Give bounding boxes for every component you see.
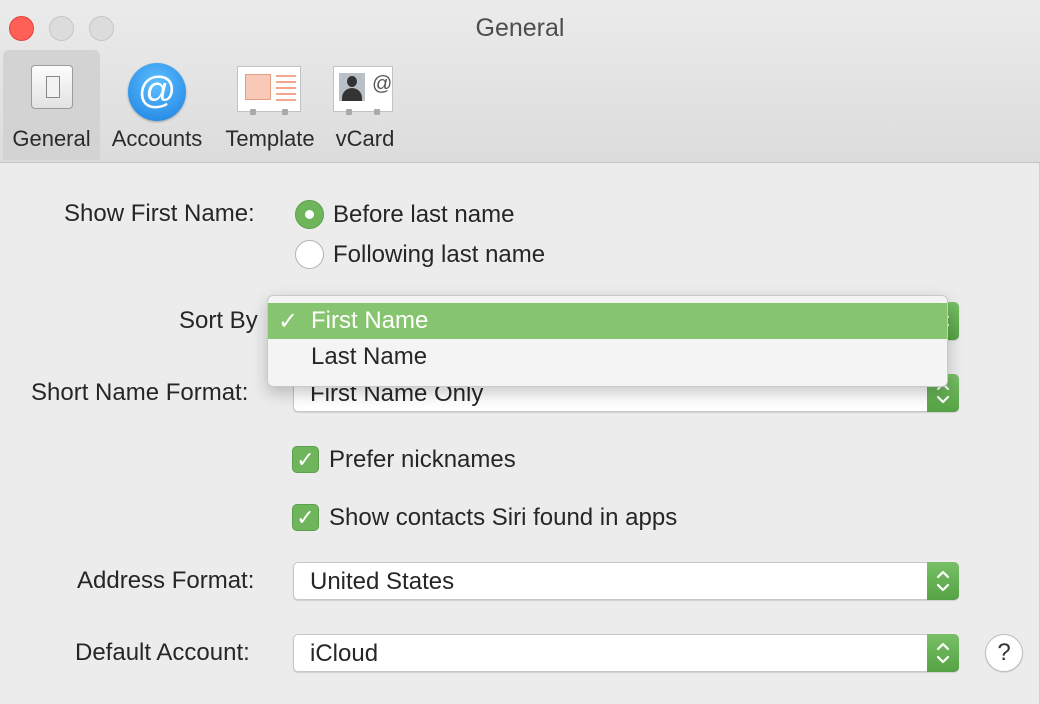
address-format-value: United States (310, 568, 455, 595)
address-format-stepper[interactable] (927, 562, 959, 600)
menu-item-last-name[interactable]: Last Name (268, 339, 947, 375)
sort-by-menu: ✓ First Name Last Name (267, 295, 948, 387)
checkmark-icon: ✓ (278, 308, 299, 335)
show-first-name-label: Show First Name: (64, 200, 255, 227)
default-account-stepper[interactable] (927, 634, 959, 672)
chevron-updown-icon (936, 570, 950, 592)
toolbar-general[interactable]: General (3, 50, 100, 160)
chevron-updown-icon (936, 642, 950, 664)
template-icon (237, 66, 301, 115)
radio-before-last-name-label[interactable]: Before last name (333, 201, 514, 229)
preferences-window: General General @ Accounts Template @ vC… (0, 0, 1040, 704)
address-format-label: Address Format: (77, 567, 255, 594)
menu-item-first-name-label: First Name (311, 307, 429, 334)
at-sign-icon: @ (128, 63, 186, 121)
toolbar-accounts[interactable]: @ Accounts (105, 50, 209, 160)
toolbar-accounts-label: Accounts (111, 126, 203, 151)
vcard-icon: @ (333, 66, 393, 115)
default-account-value: iCloud (310, 640, 379, 667)
toolbar-vcard-label: vCard (335, 126, 395, 151)
window-title: General (475, 14, 565, 42)
show-siri-contacts-checkbox[interactable]: ✓ (292, 504, 319, 531)
default-account-label: Default Account: (75, 639, 250, 666)
toolbar-template[interactable]: Template (219, 50, 321, 160)
radio-following-last-name[interactable] (295, 240, 324, 269)
sort-by-label: Sort By (179, 307, 258, 334)
menu-item-first-name[interactable]: ✓ First Name (268, 303, 947, 339)
short-name-format-label: Short Name Format: (31, 379, 249, 406)
radio-before-last-name[interactable] (295, 200, 324, 229)
prefer-nicknames-checkbox[interactable]: ✓ (292, 446, 319, 473)
contact-silhouette-icon (339, 73, 365, 101)
prefer-nicknames-label[interactable]: Prefer nicknames (329, 446, 516, 474)
help-button[interactable]: ? (985, 634, 1023, 672)
general-icon (31, 65, 73, 109)
default-account-popup[interactable]: iCloud (293, 634, 959, 672)
toolbar-template-label: Template (225, 126, 315, 151)
toolbar-vcard[interactable]: @ vCard (327, 50, 403, 160)
show-siri-contacts-label[interactable]: Show contacts Siri found in apps (329, 504, 677, 532)
address-format-popup[interactable]: United States (293, 562, 959, 600)
radio-following-last-name-label[interactable]: Following last name (333, 241, 545, 269)
menu-item-last-name-label: Last Name (311, 343, 428, 370)
title-bar: General General @ Accounts Template @ vC… (0, 0, 1040, 163)
toolbar-general-label: General (12, 126, 91, 151)
